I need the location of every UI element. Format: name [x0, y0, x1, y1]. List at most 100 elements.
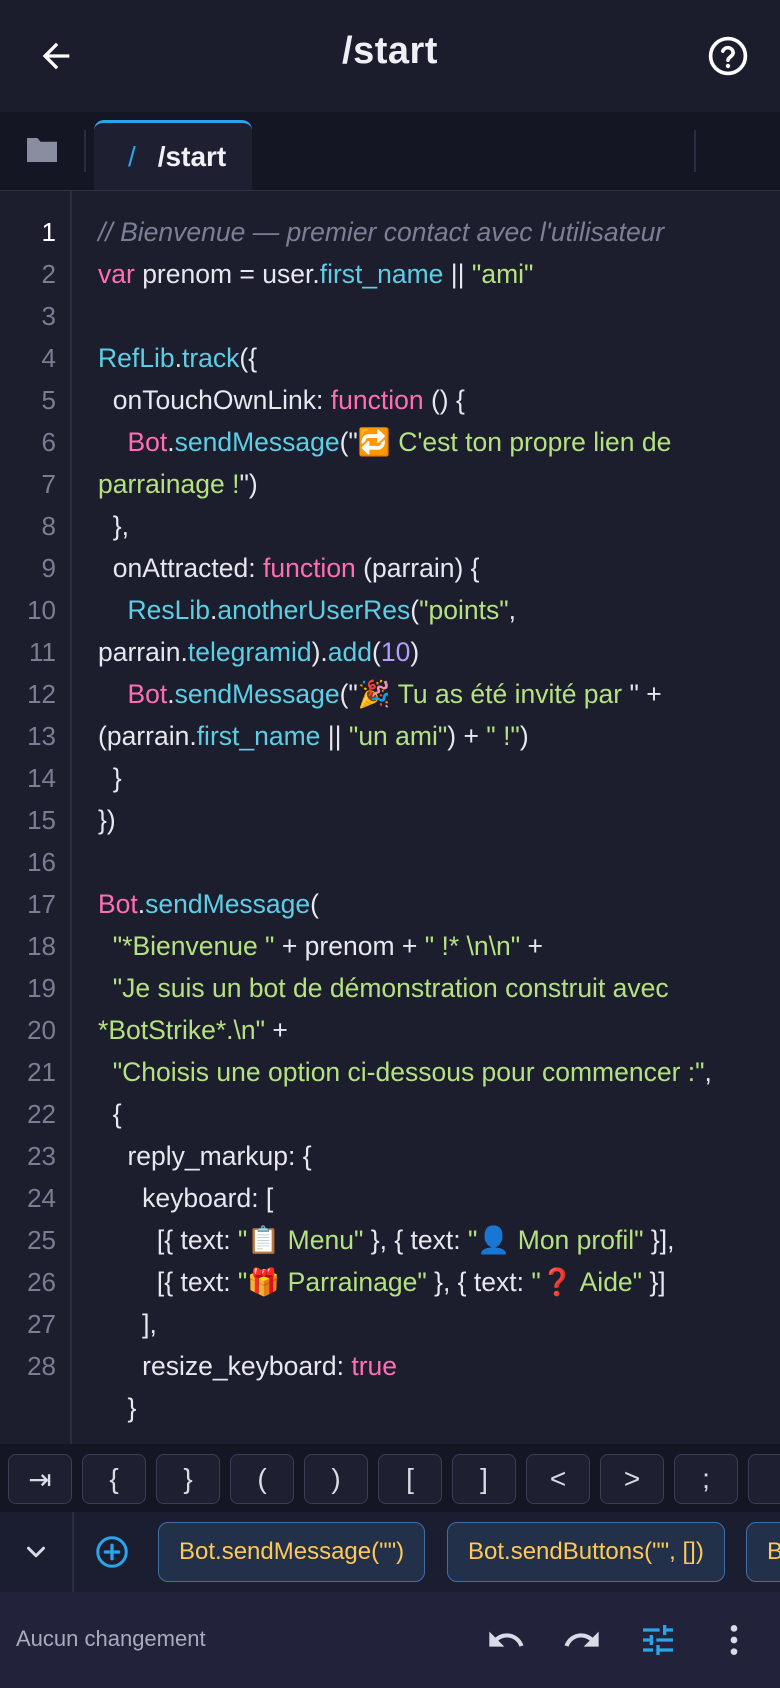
symbol-key-button[interactable]: ) — [304, 1454, 368, 1504]
code-line[interactable]: "Je suis un bot de démonstration constru… — [98, 967, 768, 1009]
code-line[interactable]: } — [98, 757, 768, 799]
code-token: ). — [311, 637, 328, 667]
symbol-key-button[interactable]: [ — [378, 1454, 442, 1504]
page-title: /start — [342, 30, 438, 72]
code-line[interactable]: ResLib.anotherUserRes("points", — [98, 589, 768, 631]
code-line[interactable]: onAttracted: function (parrain) { — [98, 547, 768, 589]
save-status: Aucun changement — [16, 1626, 206, 1651]
code-line[interactable] — [98, 295, 768, 337]
symbol-key-button[interactable]: ] — [452, 1454, 516, 1504]
code-token: "*Bienvenue " — [112, 931, 275, 961]
code-line[interactable]: onTouchOwnLink: function () { — [98, 379, 768, 421]
code-line[interactable] — [98, 841, 768, 883]
code-token: onAttracted: — [98, 553, 263, 583]
snippet-chip[interactable]: Bot.sendButtons("", []) — [447, 1522, 725, 1582]
code-token: telegramid — [187, 637, 312, 667]
code-token: sendMessage — [145, 889, 311, 919]
code-line[interactable]: *BotStrike*.\n" + — [98, 1009, 768, 1051]
symbol-key-button[interactable]: ; — [674, 1454, 738, 1504]
code-token: ResLib — [127, 595, 210, 625]
code-token: track — [181, 343, 240, 373]
code-token: parrain. — [98, 637, 188, 667]
code-line[interactable]: var prenom = user.first_name || "ami" — [98, 253, 768, 295]
line-number: 21 — [27, 1057, 56, 1087]
line-number: 16 — [27, 847, 56, 877]
redo-icon[interactable] — [558, 1616, 606, 1664]
code-line[interactable]: { — [98, 1093, 768, 1135]
line-number: 14 — [27, 763, 56, 793]
code-token: ], — [98, 1309, 157, 1339]
code-line[interactable]: }, — [98, 505, 768, 547]
code-token: 🔁 C'est ton propre lien de — [357, 427, 672, 457]
code-line[interactable]: ], — [98, 1303, 768, 1345]
code-token: + — [520, 931, 543, 961]
code-token: { — [98, 1099, 122, 1129]
code-line[interactable]: parrainage !") — [98, 463, 768, 505]
snippet-chip[interactable]: B — [746, 1522, 780, 1582]
code-line[interactable]: // Bienvenue — premier contact avec l'ut… — [98, 211, 768, 253]
symbol-key-button[interactable]: } — [156, 1454, 220, 1504]
tab-start[interactable]: / /start — [94, 120, 252, 190]
tab-key-button[interactable]: ⇥ — [8, 1454, 72, 1504]
code-line[interactable]: keyboard: [ — [98, 1177, 768, 1219]
tune-icon[interactable] — [634, 1616, 682, 1664]
line-number: 22 — [27, 1099, 56, 1129]
code-line[interactable]: "*Bienvenue " + prenom + " !* \n\n" + — [98, 925, 768, 967]
code-token: (" — [339, 427, 358, 457]
line-number: 11 — [29, 637, 56, 667]
code-line[interactable]: [{ text: "📋 Menu" }, { text: "👤 Mon prof… — [98, 1219, 768, 1261]
symbol-key-button[interactable]: ( — [230, 1454, 294, 1504]
code-line[interactable]: Bot.sendMessage("🎉 Tu as été invité par … — [98, 673, 768, 715]
plus-circle-icon[interactable] — [90, 1530, 134, 1574]
code-token: ( — [410, 595, 420, 625]
line-number: 12 — [27, 679, 56, 709]
code-line[interactable]: RefLib.track({ — [98, 337, 768, 379]
code-area[interactable]: // Bienvenue — premier contact avec l'ut… — [98, 211, 768, 1429]
line-number-gutter: 1 2 3 4 5 6 7 8 9 10 11 12 13 14 15 16 17 18 19 20 21 22 23 24 2… — [0, 191, 72, 1444]
snippet-chip[interactable]: Bot.sendMessage("") — [158, 1522, 426, 1582]
code-token: Bot — [98, 889, 138, 919]
undo-icon[interactable] — [482, 1616, 530, 1664]
code-token: . — [174, 343, 182, 373]
code-token: ) — [519, 721, 529, 751]
chevron-down-icon[interactable] — [14, 1530, 58, 1574]
symbol-key-button[interactable]: { — [82, 1454, 146, 1504]
line-number: 6 — [41, 427, 56, 457]
code-token: + — [265, 1015, 288, 1045]
tab-divider — [84, 130, 86, 172]
more-vert-icon[interactable] — [710, 1616, 758, 1664]
code-line[interactable]: reply_markup: { — [98, 1135, 768, 1177]
code-token: } — [98, 763, 122, 793]
toolbar-divider — [72, 1512, 74, 1592]
code-editor[interactable]: 1 2 3 4 5 6 7 8 9 10 11 12 13 14 15 16 17 18 19 20 21 22 23 24 2… — [0, 191, 780, 1444]
code-line[interactable]: } — [98, 1387, 768, 1429]
line-number: 3 — [41, 301, 56, 331]
code-line[interactable]: resize_keyboard: true — [98, 1345, 768, 1387]
code-token: "Je suis un bot de démonstration constru… — [112, 973, 669, 1003]
code-token: , — [508, 595, 517, 625]
code-line[interactable]: Bot.sendMessage("🔁 C'est ton propre lien… — [98, 421, 768, 463]
code-token: "❓ Aide" — [531, 1267, 643, 1297]
code-line[interactable]: [{ text: "🎁 Parrainage" }, { text: "❓ Ai… — [98, 1261, 768, 1303]
help-circle-icon[interactable] — [706, 34, 750, 78]
code-line[interactable]: Bot.sendMessage( — [98, 883, 768, 925]
line-number: 20 — [27, 1015, 56, 1045]
code-line[interactable]: }) — [98, 799, 768, 841]
line-number: 7 — [41, 469, 56, 499]
symbol-key-button[interactable] — [748, 1454, 780, 1504]
code-line[interactable]: (parrain.first_name || "un ami") + " !") — [98, 715, 768, 757]
symbol-key-button[interactable]: > — [600, 1454, 664, 1504]
code-token: function — [262, 553, 356, 583]
code-line[interactable]: "Choisis une option ci-dessous pour comm… — [98, 1051, 768, 1093]
symbol-key-button[interactable]: < — [526, 1454, 590, 1504]
tab-divider — [694, 130, 696, 172]
code-token: }, { text: — [363, 1225, 468, 1255]
code-token: } — [98, 1393, 137, 1423]
line-number: 24 — [27, 1183, 56, 1213]
folder-icon[interactable] — [22, 132, 62, 168]
line-number: 10 — [27, 595, 56, 625]
code-line[interactable]: parrain.telegramid).add(10) — [98, 631, 768, 673]
code-token: }, — [98, 511, 129, 541]
